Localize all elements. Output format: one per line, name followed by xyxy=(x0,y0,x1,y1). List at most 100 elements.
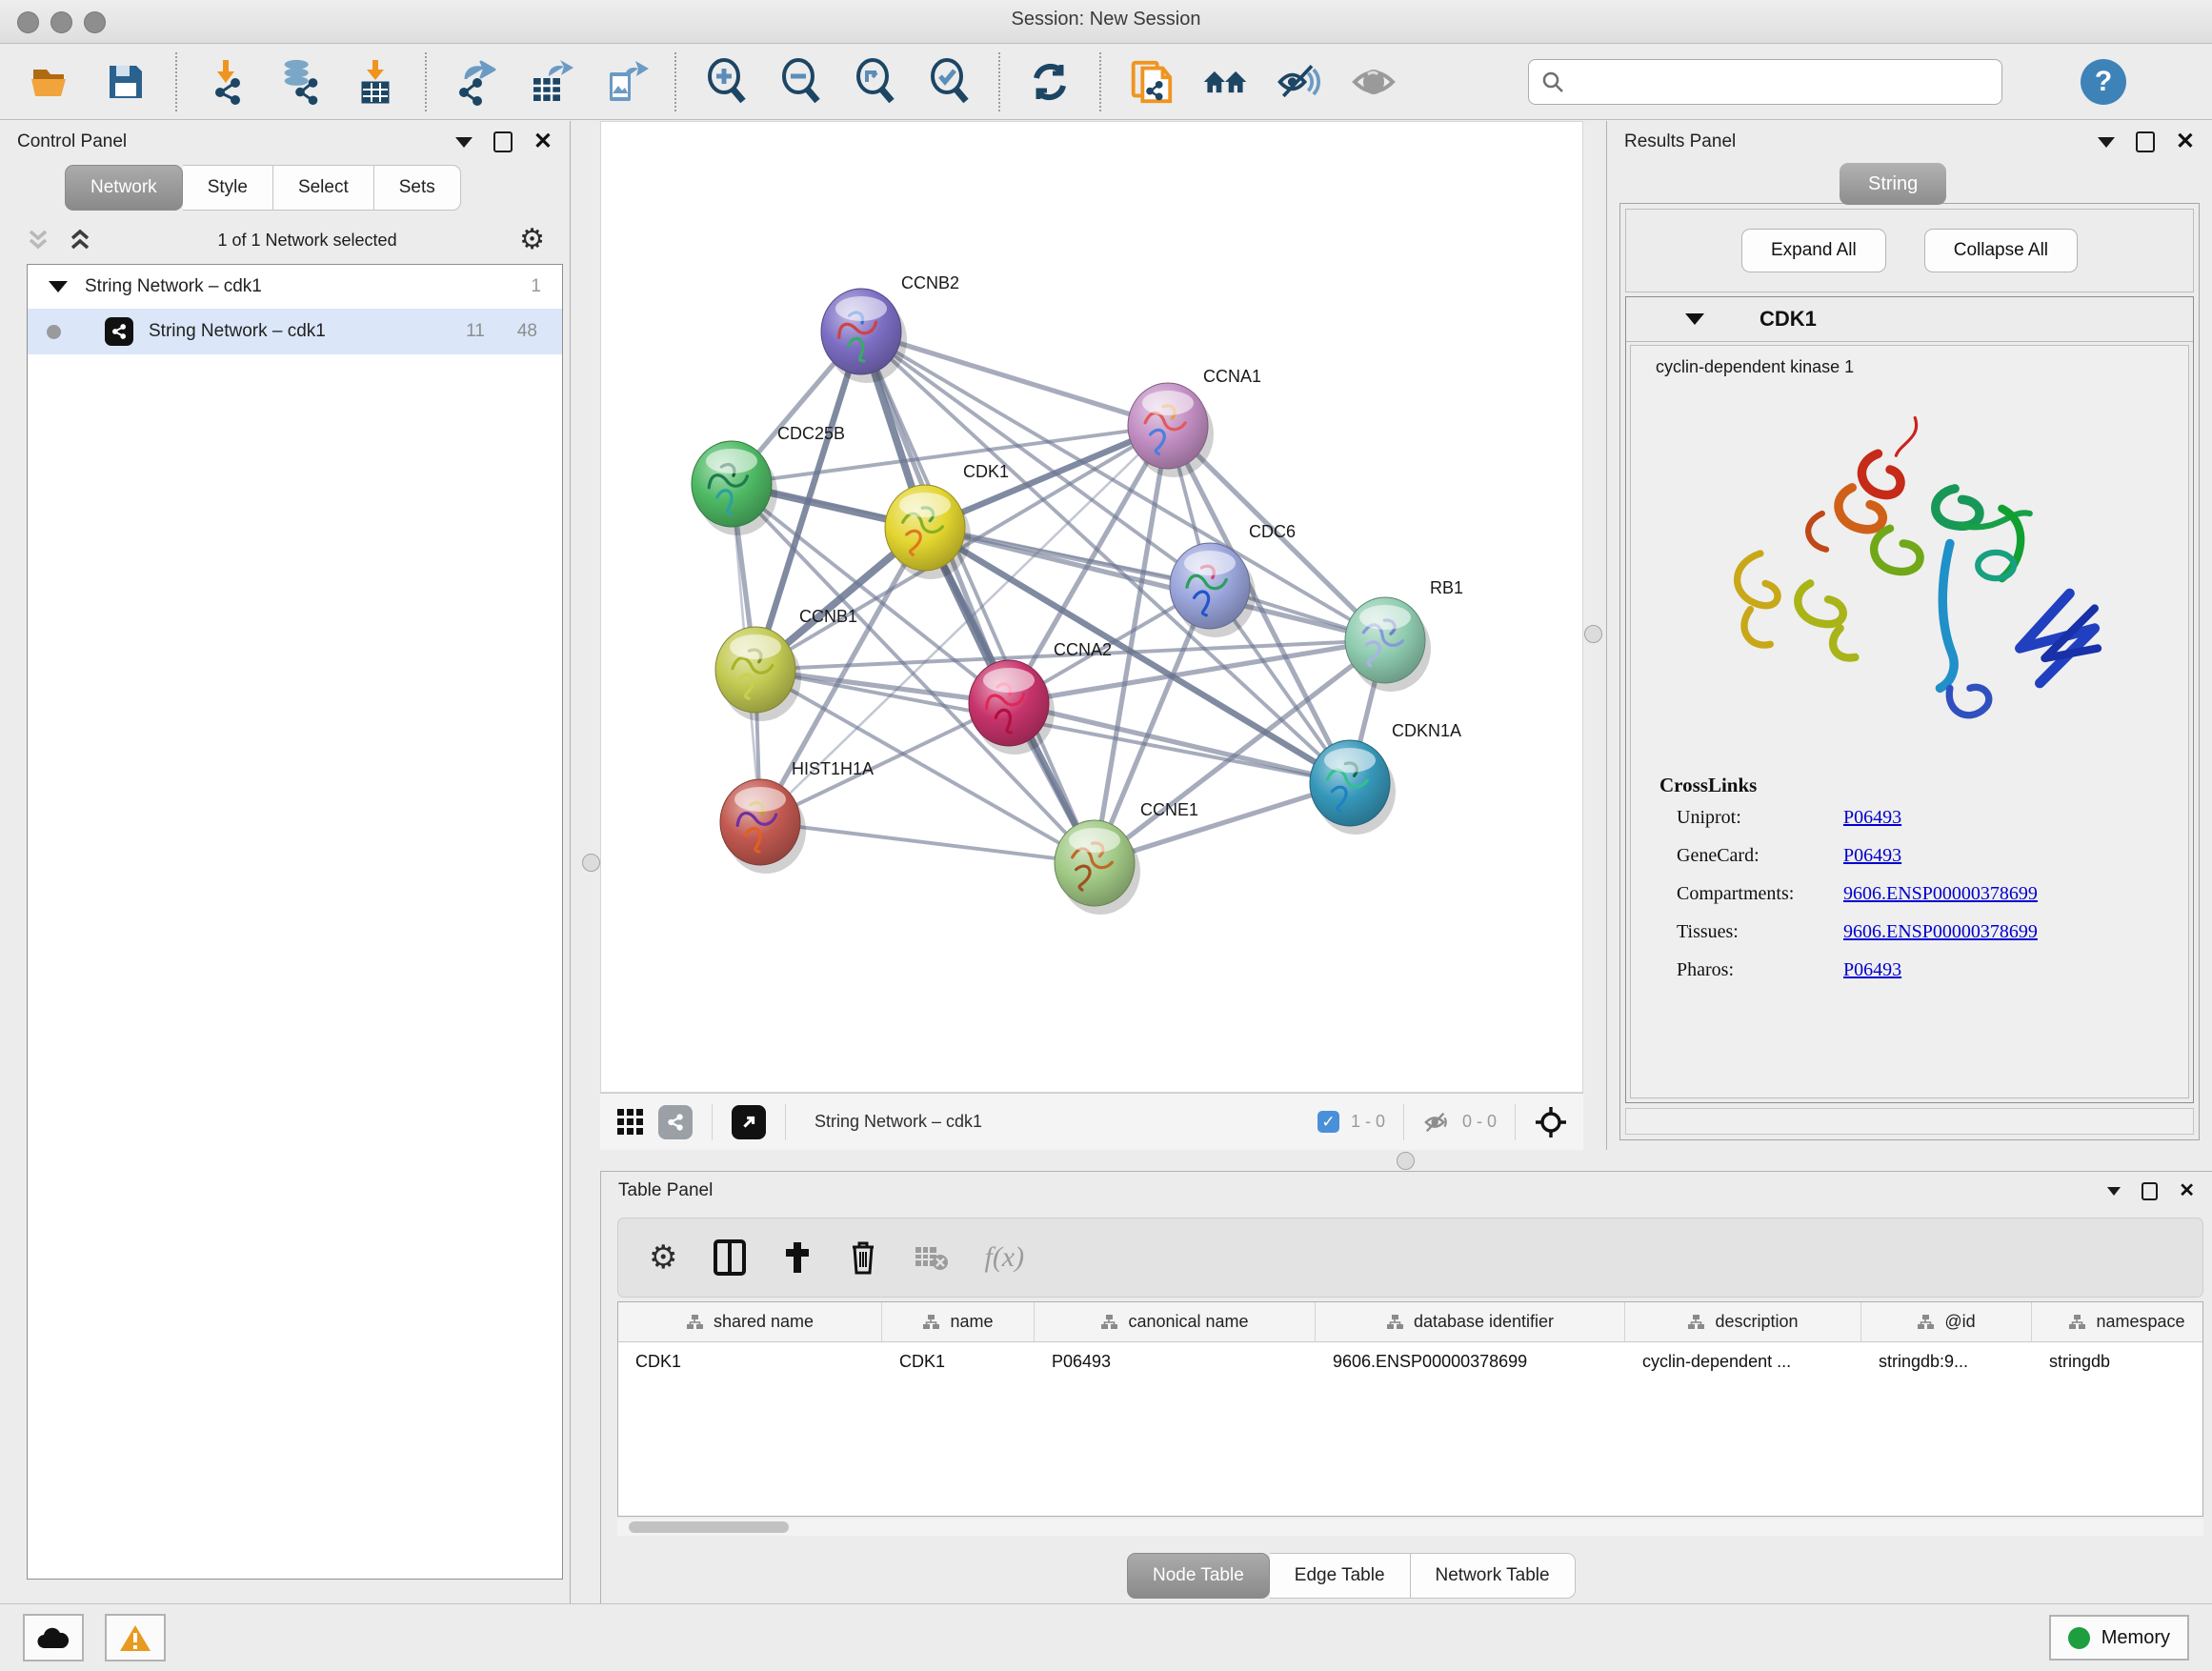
birdseye-grid-icon[interactable] xyxy=(615,1107,646,1137)
tab-select[interactable]: Select xyxy=(273,165,374,211)
save-session-icon[interactable] xyxy=(101,57,151,107)
edge-CCNE1-HIST1H1A[interactable] xyxy=(760,822,1095,863)
edge-CCNB2-CCNA1[interactable] xyxy=(861,332,1168,426)
table-row[interactable]: CDK1CDK1P064939606.ENSP00000378699cyclin… xyxy=(618,1342,2202,1381)
crosslink-genecard-link[interactable]: P06493 xyxy=(1843,845,1901,867)
cell-canonical-name[interactable]: P06493 xyxy=(1035,1342,1316,1381)
edge-CCNB2-RB1[interactable] xyxy=(861,332,1385,640)
panel-float-icon[interactable] xyxy=(493,131,513,152)
column-header-shared-name[interactable]: shared name xyxy=(618,1302,882,1341)
export-table-icon[interactable] xyxy=(526,57,575,107)
import-network-icon[interactable] xyxy=(202,57,251,107)
zoom-fit-icon[interactable] xyxy=(850,57,899,107)
tab-style[interactable]: Style xyxy=(183,165,273,211)
column-header--id[interactable]: @id xyxy=(1861,1302,2032,1341)
gear-icon[interactable]: ⚙ xyxy=(519,226,545,254)
left-splitter-handle[interactable] xyxy=(582,854,600,872)
export-image-icon[interactable] xyxy=(600,57,650,107)
crosslink-pharos-link[interactable]: P06493 xyxy=(1843,959,1901,981)
node-CDK1[interactable]: CDK1 xyxy=(885,462,1009,579)
cloud-button[interactable] xyxy=(23,1614,84,1661)
tab-edge-table[interactable]: Edge Table xyxy=(1270,1553,1411,1599)
node-CCNB2[interactable]: CCNB2 xyxy=(821,273,959,383)
tab-network[interactable]: Network xyxy=(65,165,183,211)
cell-database-identifier[interactable]: 9606.ENSP00000378699 xyxy=(1316,1342,1625,1381)
open-session-icon[interactable] xyxy=(27,57,76,107)
expand-all-icon[interactable] xyxy=(67,228,95,252)
panel-close-icon[interactable]: ✕ xyxy=(2176,132,2195,151)
column-header-name[interactable]: name xyxy=(882,1302,1035,1341)
fit-crosshair-icon[interactable] xyxy=(1534,1105,1568,1139)
results-scroll-strip[interactable] xyxy=(1625,1108,2194,1135)
panel-float-icon[interactable] xyxy=(2136,131,2155,152)
expand-all-button[interactable]: Expand All xyxy=(1741,229,1886,272)
cell-namespace[interactable]: stringdb xyxy=(2032,1342,2203,1381)
import-table-icon[interactable] xyxy=(351,57,400,107)
cell-description[interactable]: cyclin-dependent ... xyxy=(1625,1342,1861,1381)
node-CDC6[interactable]: CDC6 xyxy=(1170,522,1296,637)
node-RB1[interactable]: RB1 xyxy=(1345,578,1463,692)
clone-network-icon[interactable] xyxy=(1126,57,1176,107)
warning-button[interactable] xyxy=(105,1614,166,1661)
first-neighbors-icon[interactable] xyxy=(1200,57,1250,107)
edge-CCNB2-CCNE1[interactable] xyxy=(861,332,1095,863)
column-header-canonical-name[interactable]: canonical name xyxy=(1035,1302,1316,1341)
panel-close-icon[interactable]: ✕ xyxy=(2179,1181,2195,1200)
node-HIST1H1A[interactable]: HIST1H1A xyxy=(720,759,874,874)
tab-node-table[interactable]: Node Table xyxy=(1127,1553,1270,1599)
preview-eye-icon[interactable] xyxy=(1349,57,1398,107)
collapse-all-button[interactable]: Collapse All xyxy=(1924,229,2078,272)
zoom-in-icon[interactable] xyxy=(701,57,751,107)
crosslink-tissues-link[interactable]: 9606.ENSP00000378699 xyxy=(1843,921,2038,943)
refresh-layout-icon[interactable] xyxy=(1025,57,1075,107)
crosslink-compartments-link[interactable]: 9606.ENSP00000378699 xyxy=(1843,883,2038,905)
tab-network-table[interactable]: Network Table xyxy=(1411,1553,1576,1599)
add-column-icon[interactable] xyxy=(782,1240,813,1275)
panel-close-icon[interactable]: ✕ xyxy=(533,132,553,151)
string-badge-icon[interactable] xyxy=(658,1105,693,1139)
horizontal-splitter-handle[interactable] xyxy=(1397,1152,1415,1170)
panel-menu-icon[interactable] xyxy=(2107,1187,2121,1196)
cell--id[interactable]: stringdb:9... xyxy=(1861,1342,2032,1381)
open-in-browser-icon[interactable] xyxy=(732,1105,766,1139)
network-view-canvas[interactable]: CCNB2CCNA1CDC25BCDK1CDC6RB1CCNB1CCNA2CDK… xyxy=(600,121,1583,1093)
tab-string[interactable]: String xyxy=(1840,163,1946,205)
cell-name[interactable]: CDK1 xyxy=(882,1342,1035,1381)
tab-sets[interactable]: Sets xyxy=(374,165,461,211)
table-gear-icon[interactable]: ⚙ xyxy=(649,1243,677,1272)
zoom-selected-icon[interactable] xyxy=(924,57,974,107)
selected-checkbox-icon[interactable]: ✓ xyxy=(1317,1111,1339,1133)
network-collection-row[interactable]: String Network – cdk1 1 xyxy=(28,265,562,309)
string-network-graph[interactable]: CCNB2CCNA1CDC25BCDK1CDC6RB1CCNB1CCNA2CDK… xyxy=(601,122,1582,1092)
column-header-namespace[interactable]: namespace xyxy=(2032,1302,2203,1341)
panel-menu-icon[interactable] xyxy=(2098,137,2115,148)
show-hide-style-icon[interactable] xyxy=(1275,57,1324,107)
node-CCNA1[interactable]: CCNA1 xyxy=(1128,367,1261,477)
node-CDKN1A[interactable]: CDKN1A xyxy=(1310,721,1461,835)
show-columns-icon[interactable] xyxy=(714,1239,746,1276)
edge-CCNA2-CDKN1A[interactable] xyxy=(1009,703,1350,783)
collapse-all-icon[interactable] xyxy=(25,228,53,252)
scrollbar-thumb[interactable] xyxy=(629,1521,789,1533)
cell-shared-name[interactable]: CDK1 xyxy=(618,1342,882,1381)
crosslink-uniprot-link[interactable]: P06493 xyxy=(1843,807,1901,829)
collection-expand-icon[interactable] xyxy=(49,281,68,292)
delete-column-icon[interactable] xyxy=(849,1239,877,1276)
memory-button[interactable]: Memory xyxy=(2049,1615,2189,1661)
delete-table-icon[interactable] xyxy=(914,1243,948,1272)
panel-float-icon[interactable] xyxy=(2142,1182,2158,1200)
node-CCNB1[interactable]: CCNB1 xyxy=(715,607,857,721)
hidden-eye-icon[interactable] xyxy=(1422,1110,1451,1135)
column-header-database-identifier[interactable]: database identifier xyxy=(1316,1302,1625,1341)
export-network-icon[interactable] xyxy=(452,57,501,107)
column-header-description[interactable]: description xyxy=(1625,1302,1861,1341)
help-icon[interactable]: ? xyxy=(2081,59,2126,105)
gene-collapse-icon[interactable] xyxy=(1685,313,1704,325)
right-splitter-handle[interactable] xyxy=(1584,625,1602,643)
panel-menu-icon[interactable] xyxy=(455,137,473,148)
zoom-out-icon[interactable] xyxy=(775,57,825,107)
table-horizontal-scrollbar[interactable] xyxy=(617,1519,2203,1536)
search-input[interactable] xyxy=(1573,70,1986,92)
network-row-selected[interactable]: String Network – cdk1 11 48 xyxy=(28,309,562,354)
function-builder-icon[interactable]: f(x) xyxy=(984,1241,1024,1274)
